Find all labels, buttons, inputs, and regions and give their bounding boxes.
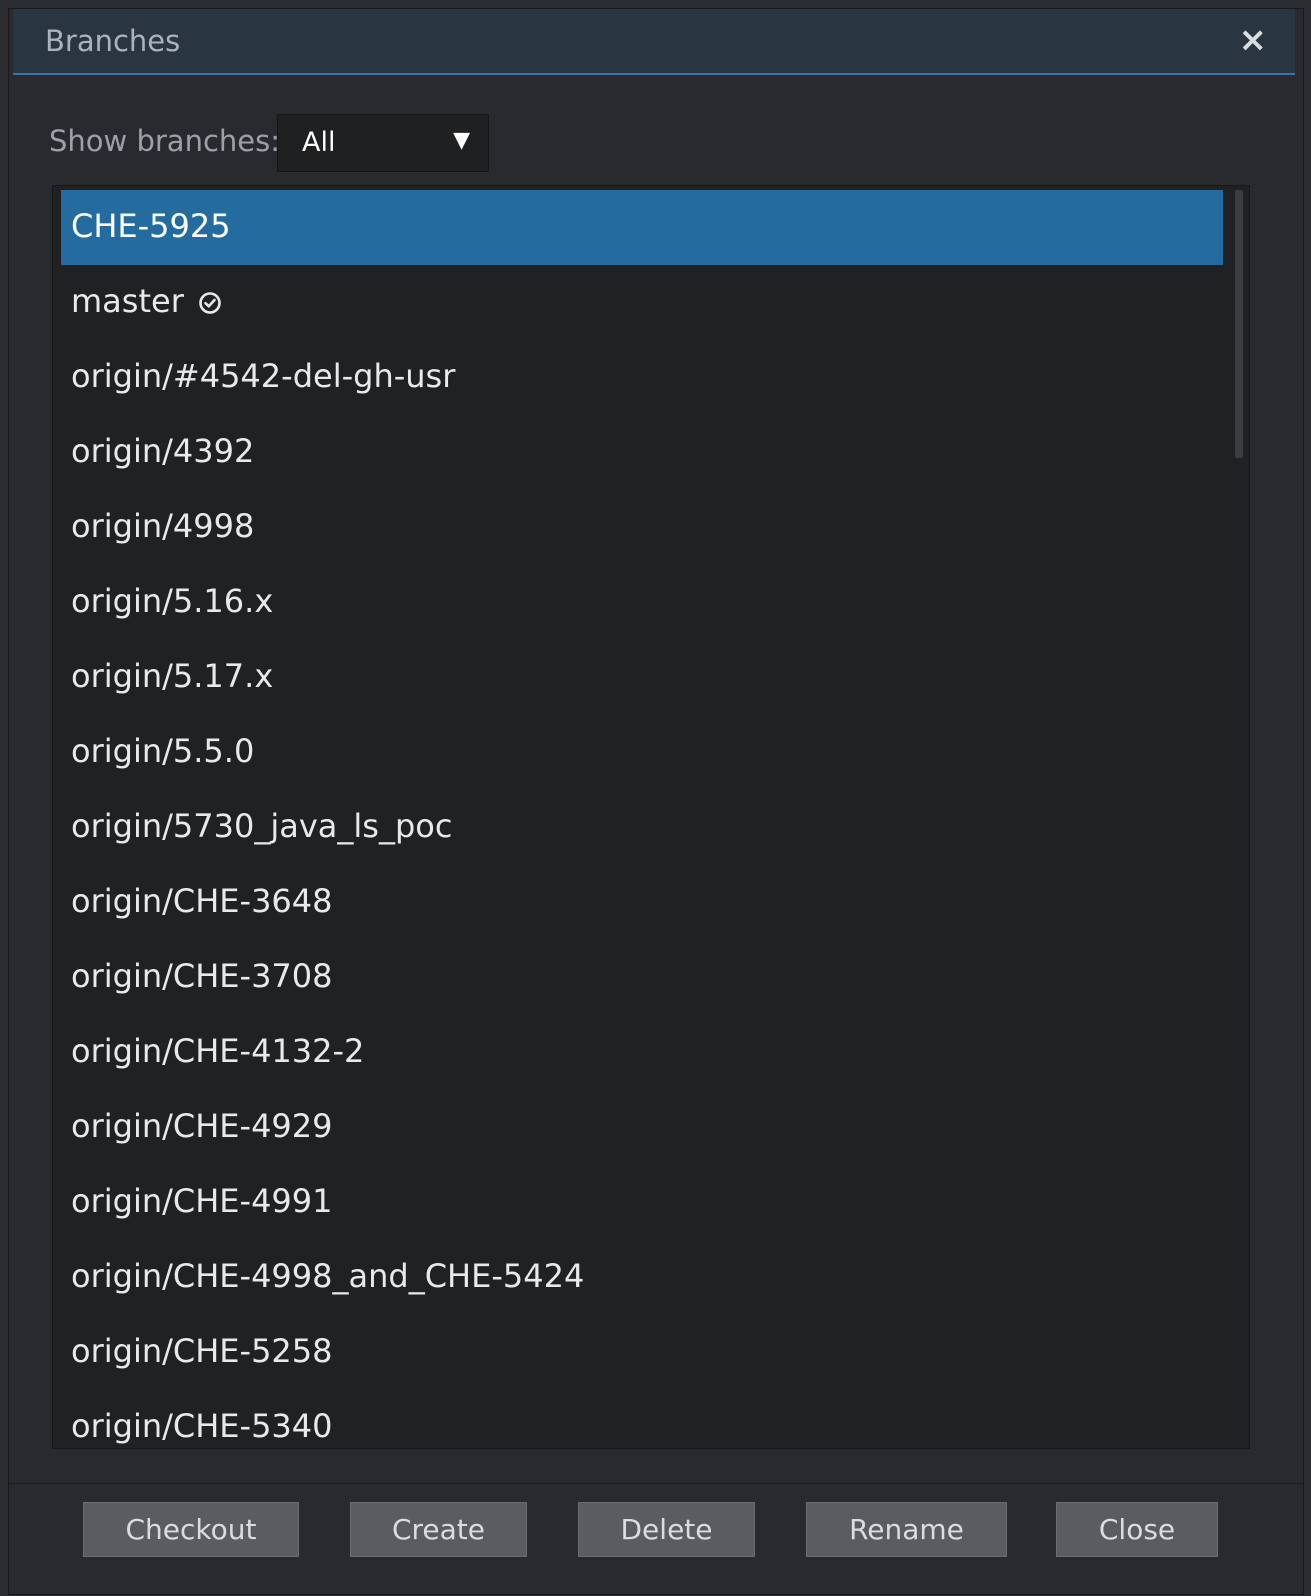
branch-item[interactable]: origin/4392 [61, 415, 1223, 490]
branch-item[interactable]: origin/4998 [61, 490, 1223, 565]
branch-item-label: origin/CHE-3648 [71, 882, 333, 920]
branch-item-label: origin/5.16.x [71, 582, 274, 620]
branch-item[interactable]: origin/CHE-5340 [61, 1390, 1223, 1448]
branch-item[interactable]: origin/CHE-3648 [61, 865, 1223, 940]
rename-button[interactable]: Rename [806, 1502, 1007, 1557]
branch-item-label: origin/5730_java_ls_poc [71, 807, 453, 845]
create-button[interactable]: Create [350, 1502, 527, 1557]
close-button[interactable]: Close [1056, 1502, 1218, 1557]
delete-button[interactable]: Delete [578, 1502, 755, 1557]
branch-item-label: origin/4392 [71, 432, 255, 470]
branch-item-label: CHE-5925 [71, 207, 231, 245]
branch-item[interactable]: master [61, 265, 1223, 340]
branch-list-scrollbar[interactable] [1235, 190, 1243, 1444]
branch-list[interactable]: CHE-5925 master origin/#4542-del-gh-usr ori… [52, 185, 1250, 1449]
current-branch-check-icon [198, 291, 222, 319]
branch-item[interactable]: origin/5.16.x [61, 565, 1223, 640]
branch-item-label: origin/CHE-4132-2 [71, 1032, 365, 1070]
branch-item-label: origin/CHE-5258 [71, 1332, 333, 1370]
branch-item[interactable]: origin/5730_java_ls_poc [61, 790, 1223, 865]
branch-item-label: master [71, 282, 184, 320]
branch-item[interactable]: origin/CHE-3708 [61, 940, 1223, 1015]
branch-item[interactable]: origin/#4542-del-gh-usr [61, 340, 1223, 415]
branch-item-label: origin/5.17.x [71, 657, 274, 695]
branch-item[interactable]: origin/CHE-4991 [61, 1165, 1223, 1240]
branch-item[interactable]: origin/CHE-4998_and_CHE-5424 [61, 1240, 1223, 1315]
dropdown-arrow-icon: ▼ [453, 128, 470, 153]
branch-item[interactable]: origin/5.5.0 [61, 715, 1223, 790]
branches-dialog: Branches × Show branches: All ▼ CHE-5925… [8, 8, 1304, 1595]
branch-item-label: origin/CHE-3708 [71, 957, 333, 995]
scrollbar-thumb[interactable] [1235, 190, 1243, 458]
show-branches-select[interactable]: All ▼ [277, 114, 489, 172]
show-branches-label: Show branches: [49, 124, 280, 158]
dialog-footer: Checkout Create Delete Rename Close [9, 1483, 1303, 1596]
close-icon[interactable]: × [1239, 23, 1268, 57]
branch-item[interactable]: origin/CHE-5258 [61, 1315, 1223, 1390]
branch-item[interactable]: origin/CHE-4929 [61, 1090, 1223, 1165]
branch-item-label: origin/CHE-5340 [71, 1407, 333, 1445]
branch-item[interactable]: CHE-5925 [61, 190, 1223, 265]
branch-item-label: origin/#4542-del-gh-usr [71, 357, 456, 395]
branch-item-label: origin/4998 [71, 507, 255, 545]
branch-item[interactable]: origin/CHE-4132-2 [61, 1015, 1223, 1090]
dialog-title: Branches [45, 24, 181, 58]
branch-list-items: CHE-5925 master origin/#4542-del-gh-usr ori… [61, 190, 1223, 1448]
branch-item-label: origin/CHE-4998_and_CHE-5424 [71, 1257, 585, 1295]
dialog-titlebar: Branches × [13, 9, 1295, 75]
branch-item-label: origin/5.5.0 [71, 732, 255, 770]
branch-item-label: origin/CHE-4991 [71, 1182, 333, 1220]
branch-item-label: origin/CHE-4929 [71, 1107, 333, 1145]
checkout-button[interactable]: Checkout [83, 1502, 299, 1557]
show-branches-value: All [302, 127, 336, 158]
branch-item[interactable]: origin/5.17.x [61, 640, 1223, 715]
